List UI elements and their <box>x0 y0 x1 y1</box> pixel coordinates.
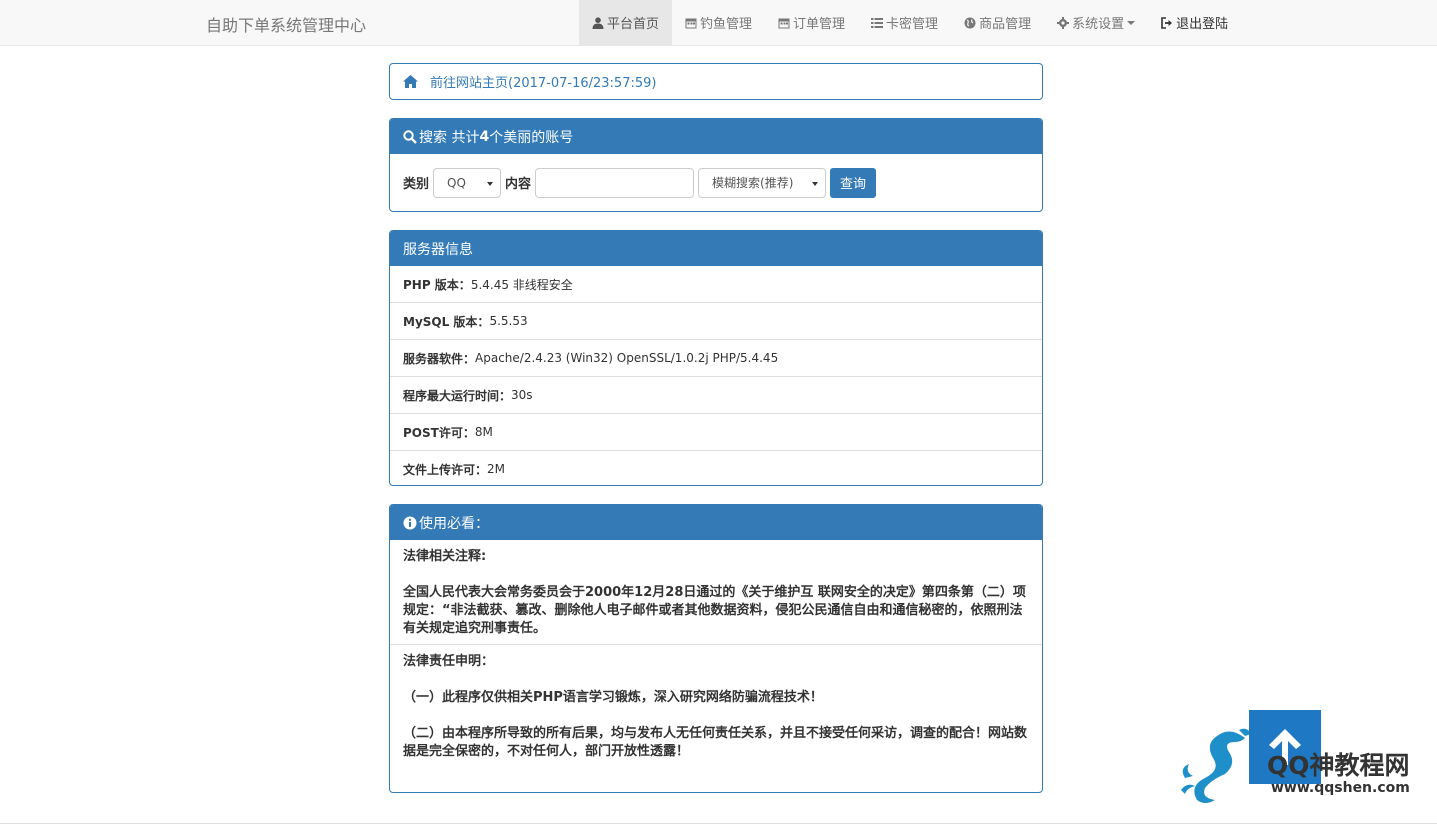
notice-panel: 使用必看： 法律相关注释: 全国人民代表大会常务委员会于2000年12月28日通… <box>389 504 1043 793</box>
server-info-list: PHP 版本： 5.4.45 非线程安全 MySQL 版本： 5.5.53 服务器软… <box>390 266 1042 485</box>
category-select[interactable]: QQ <box>433 167 502 198</box>
user-icon <box>592 16 604 29</box>
watermark-url: www.qqshen.com <box>1271 780 1410 796</box>
query-button[interactable]: 查询 <box>830 167 877 198</box>
chevron-down-icon <box>487 181 494 186</box>
list-item: 服务器软件： Apache/2.4.23 (Win32) OpenSSL/1.0.… <box>390 339 1042 376</box>
globe-icon <box>964 17 976 28</box>
calendar-icon <box>778 18 790 28</box>
list-item: POST许可： 8M <box>390 413 1042 450</box>
category-label: 类别 <box>403 177 430 192</box>
notice-header: 使用必看： <box>390 505 1042 540</box>
info-icon <box>403 516 417 529</box>
list-item: 文件上传许可： 2M <box>390 450 1042 485</box>
server-info-panel: 服务器信息 PHP 版本： 5.4.45 非线程安全 MySQL 版本： 5.5.5… <box>389 230 1043 486</box>
nav-label: 钓鱼管理 <box>700 17 753 32</box>
home-link-panel[interactable]: 前往网站主页(2017-07-16/23:57:59) <box>389 63 1043 100</box>
nav-label: 退出登陆 <box>1176 17 1229 32</box>
legal-disclaimer-section: 法律责任申明： （一）此程序仅供相关PHP语言学习锻炼，深入研究网络防骗流程技术… <box>390 644 1042 767</box>
nav-label: 平台首页 <box>607 17 660 32</box>
search-title-suffix: 个美丽的账号 <box>489 129 574 146</box>
main-nav: 平台首页 钓鱼管理 订单管理 卡密管理 商品管理 系统设置 退出登陆 <box>579 0 1241 45</box>
content-label: 内容 <box>505 177 532 192</box>
notice-title: 使用必看： <box>419 515 489 532</box>
search-form: 类别 QQ 内容 模糊搜索(推荐) 查询 <box>390 154 1042 211</box>
info-value: 2M <box>487 462 506 476</box>
gear-icon <box>1057 16 1070 29</box>
watermark-name: QQ神教程网 <box>1267 751 1410 780</box>
search-mode-value: 模糊搜索(推荐) <box>712 176 794 190</box>
search-icon <box>403 129 417 144</box>
search-panel-header: 搜索 共计 4 个美丽的账号 <box>390 119 1042 154</box>
info-key: 服务器软件： <box>403 351 476 366</box>
nav-item-cards[interactable]: 卡密管理 <box>858 0 951 45</box>
nav-item-orders[interactable]: 订单管理 <box>765 0 858 45</box>
info-value: 30s <box>511 388 533 402</box>
nav-item-home[interactable]: 平台首页 <box>579 0 673 45</box>
info-value: 5.4.45 非线程安全 <box>470 277 573 292</box>
list-item: MySQL 版本： 5.5.53 <box>390 302 1042 339</box>
nav-item-products[interactable]: 商品管理 <box>951 0 1044 45</box>
info-value: Apache/2.4.23 (Win32) OpenSSL/1.0.2j PHP… <box>475 351 779 365</box>
disclaimer-item-1: （一）此程序仅供相关PHP语言学习锻炼，深入研究网络防骗流程技术！ <box>403 690 823 705</box>
nav-label: 商品管理 <box>979 17 1032 32</box>
nav-label: 订单管理 <box>793 17 846 32</box>
search-panel: 搜索 共计 4 个美丽的账号 类别 QQ 内容 模糊搜索(推荐) 查询 <box>389 118 1043 212</box>
footer-divider <box>0 823 1437 824</box>
info-value: 5.5.53 <box>489 314 528 328</box>
brand-title[interactable]: 自助下单系统管理中心 <box>206 12 366 36</box>
legal-notes-section: 法律相关注释: 全国人民代表大会常务委员会于2000年12月28日通过的《关于维… <box>390 540 1042 644</box>
info-key: 程序最大运行时间： <box>403 388 512 403</box>
calendar-icon <box>685 18 697 28</box>
list-item: 程序最大运行时间： 30s <box>390 376 1042 413</box>
server-info-header: 服务器信息 <box>390 231 1042 266</box>
disclaimer-item-2: （二）由本程序所导致的所有后果，均与发布人无任何责任关系，并且不接受任何采访，调… <box>403 726 1028 759</box>
home-link-text: 前往网站主页(2017-07-16/23:57:59) <box>430 76 657 91</box>
chevron-down-icon <box>812 181 819 186</box>
disclaimer-title: 法律责任申明： <box>403 654 495 669</box>
info-key: PHP 版本： <box>403 277 471 292</box>
list-item: PHP 版本： 5.4.45 非线程安全 <box>390 266 1042 302</box>
home-icon <box>403 75 418 88</box>
info-key: MySQL 版本： <box>403 314 490 329</box>
nav-label: 卡密管理 <box>886 17 939 32</box>
dragon-logo-icon <box>1181 728 1251 803</box>
nav-item-settings[interactable]: 系统设置 <box>1044 0 1148 45</box>
info-key: POST许可： <box>403 425 475 440</box>
watermark: QQ神教程网 www.qqshen.com <box>1175 708 1430 808</box>
legal-notes-title: 法律相关注释: <box>403 549 487 564</box>
nav-label: 系统设置 <box>1072 17 1125 32</box>
account-count: 4 <box>479 128 490 145</box>
nav-item-phishing[interactable]: 钓鱼管理 <box>672 0 765 45</box>
top-navbar: 自助下单系统管理中心 平台首页 钓鱼管理 订单管理 卡密管理 商品管理 系统设置 <box>0 0 1437 46</box>
search-mode-select[interactable]: 模糊搜索(推荐) <box>698 167 827 198</box>
info-key: 文件上传许可： <box>403 462 488 477</box>
content-input[interactable] <box>535 167 695 198</box>
logout-icon <box>1161 16 1173 29</box>
category-value: QQ <box>447 175 466 190</box>
legal-notes-body: 全国人民代表大会常务委员会于2000年12月28日通过的《关于维护互 联网安全的… <box>403 585 1026 636</box>
list-icon <box>871 17 884 28</box>
info-value: 8M <box>474 425 493 439</box>
nav-item-logout[interactable]: 退出登陆 <box>1148 0 1241 45</box>
chevron-down-icon <box>1127 20 1136 25</box>
search-title-prefix: 搜索 共计 <box>419 129 480 146</box>
